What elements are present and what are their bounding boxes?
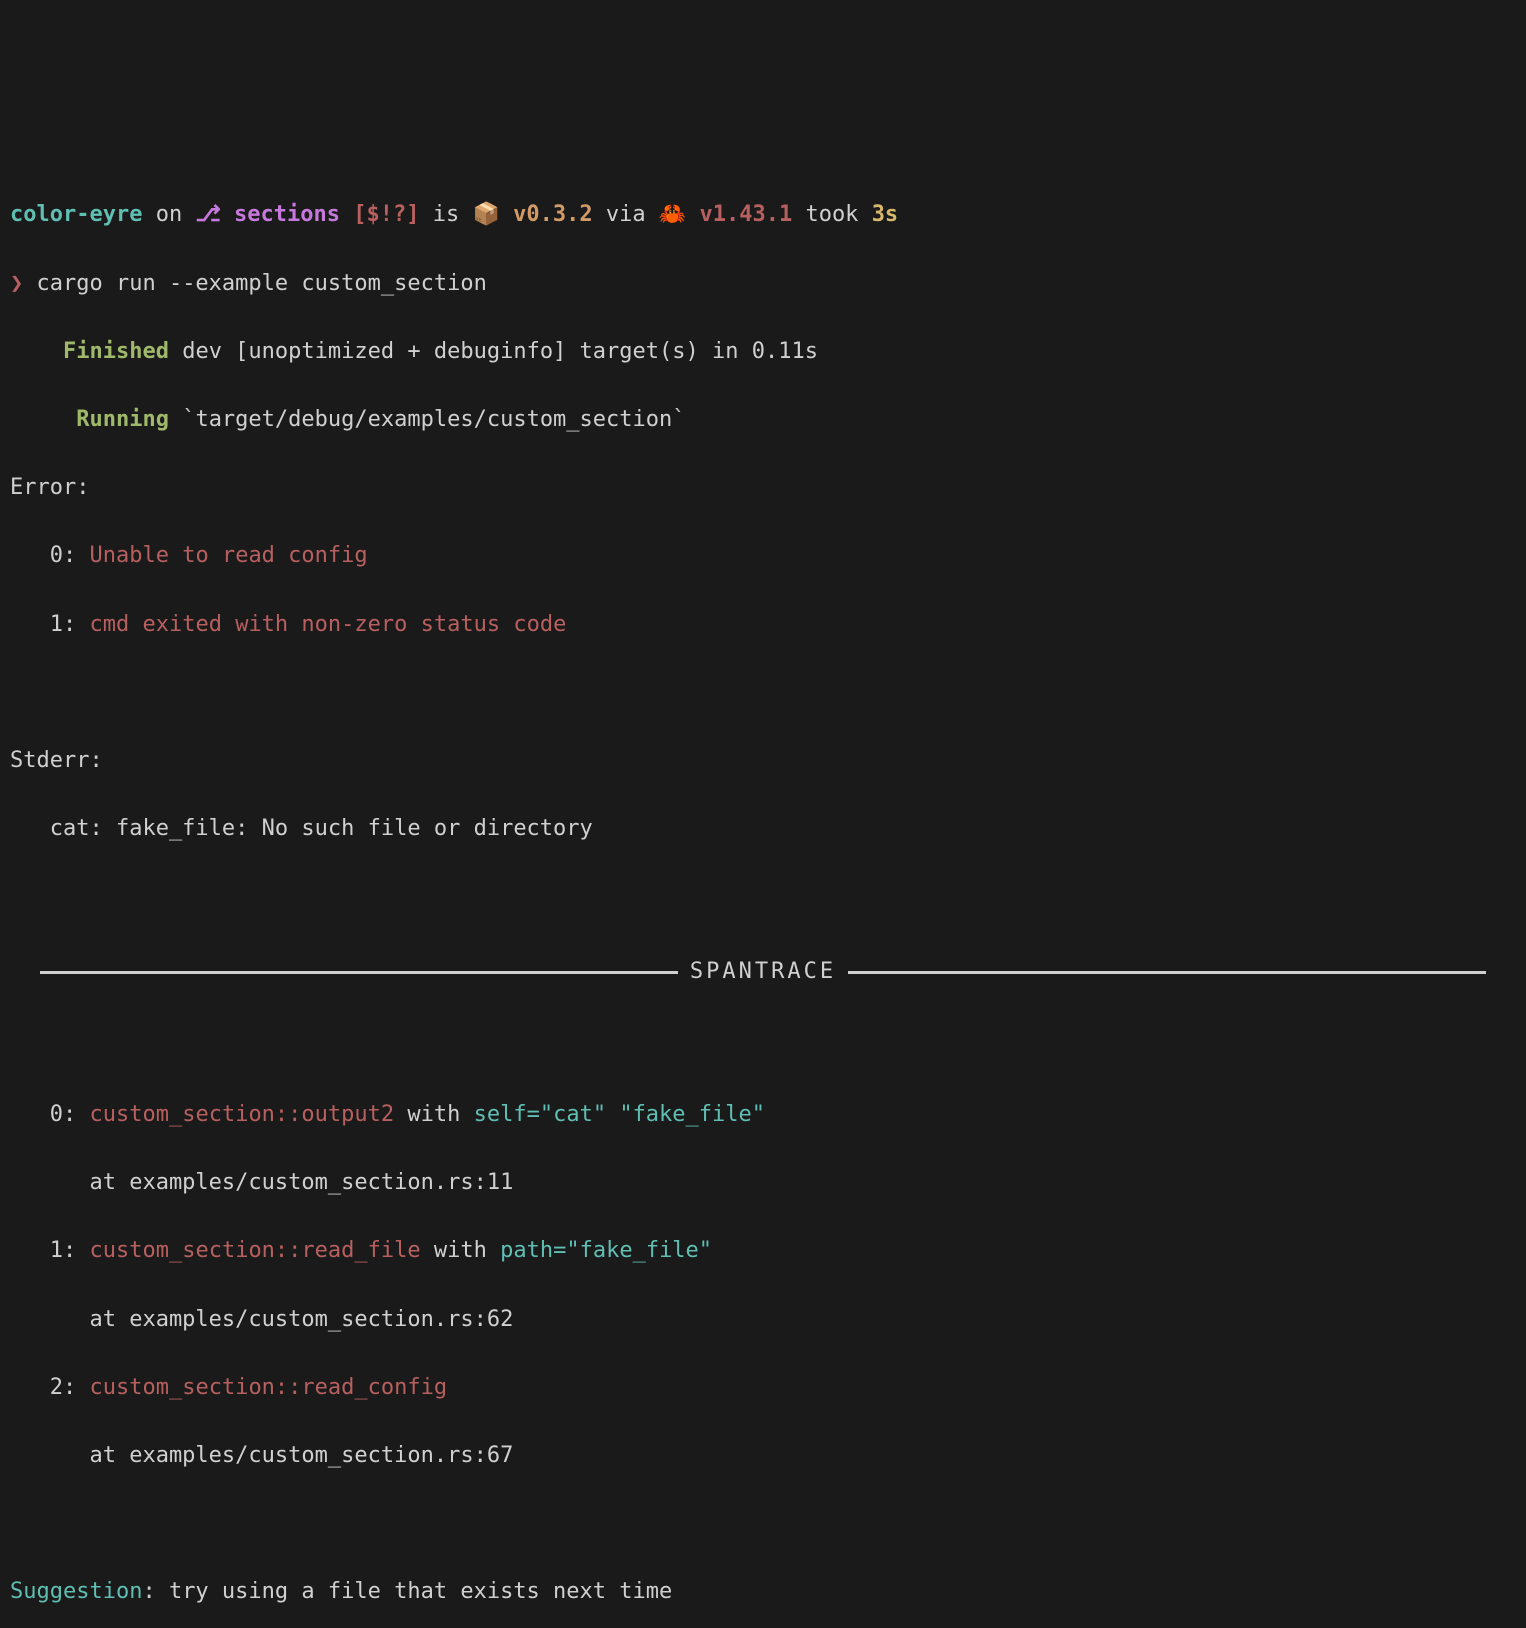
package-version: v0.3.2	[513, 202, 592, 227]
prompt-arrow: ❯	[10, 271, 23, 296]
spantrace-at-2: at examples/custom_section.rs:67	[10, 1439, 1516, 1473]
spantrace-frame-2: 2: custom_section::read_config	[10, 1371, 1516, 1405]
frame-with: with	[421, 1238, 500, 1263]
frame-index: 0:	[50, 1102, 77, 1127]
prompt-line: color-eyre on ⎇ sections [$!?] is 📦 v0.3…	[10, 198, 1516, 232]
frame-with: with	[394, 1102, 473, 1127]
frame-scope: custom_section::read_file	[90, 1238, 421, 1263]
stderr-line: cat: fake_file: No such file or director…	[10, 812, 1516, 846]
spantrace-frame-1: 1: custom_section::read_file with path="…	[10, 1234, 1516, 1268]
finished-text: dev [unoptimized + debuginfo] target(s) …	[169, 339, 818, 364]
error-index: 1:	[50, 612, 77, 637]
error-item-0: 0: Unable to read config	[10, 539, 1516, 573]
error-message: Unable to read config	[90, 543, 368, 568]
error-message: cmd exited with non-zero status code	[90, 612, 567, 637]
prompt-is: is	[420, 202, 473, 227]
blank-line	[10, 1507, 1516, 1541]
spantrace-at-1: at examples/custom_section.rs:62	[10, 1303, 1516, 1337]
command-line[interactable]: ❯ cargo run --example custom_section	[10, 267, 1516, 301]
rust-version: v1.43.1	[699, 202, 792, 227]
frame-index: 1:	[50, 1238, 77, 1263]
prompt-took: took	[792, 202, 871, 227]
divider-right	[848, 971, 1486, 974]
frame-index: 2:	[50, 1375, 77, 1400]
prompt-on: on	[142, 202, 195, 227]
terminal-output: color-eyre on ⎇ sections [$!?] is 📦 v0.3…	[10, 164, 1516, 1628]
divider-left	[40, 971, 678, 974]
suggestion-label: Suggestion	[10, 1579, 142, 1604]
stderr-label: Stderr:	[10, 744, 1516, 778]
running-text: `target/debug/examples/custom_section`	[169, 407, 686, 432]
rust-icon: 🦀	[659, 202, 700, 227]
frame-scope: custom_section::read_config	[90, 1375, 448, 1400]
git-branch: sections	[221, 202, 340, 227]
suggestion-line: Suggestion: try using a file that exists…	[10, 1575, 1516, 1609]
blank-line	[10, 880, 1516, 914]
spantrace-frame-0: 0: custom_section::output2 with self="ca…	[10, 1098, 1516, 1132]
git-status: [$!?]	[340, 202, 419, 227]
suggestion-text: : try using a file that exists next time	[142, 1579, 672, 1604]
compile-finished-line: Finished dev [unoptimized + debuginfo] t…	[10, 335, 1516, 369]
package-icon: 📦	[472, 202, 513, 227]
spantrace-title: SPANTRACE	[690, 955, 836, 989]
frame-vars: self="cat" "fake_file"	[474, 1102, 765, 1127]
command-text: cargo run --example custom_section	[23, 271, 487, 296]
error-label: Error:	[10, 471, 1516, 505]
duration: 3s	[872, 202, 899, 227]
frame-vars: path="fake_file"	[500, 1238, 712, 1263]
compile-running-line: Running `target/debug/examples/custom_se…	[10, 403, 1516, 437]
spantrace-header: SPANTRACE	[10, 955, 1516, 989]
error-item-1: 1: cmd exited with non-zero status code	[10, 608, 1516, 642]
prompt-via: via	[593, 202, 659, 227]
project-name: color-eyre	[10, 202, 142, 227]
finished-label: Finished	[63, 339, 169, 364]
blank-line	[10, 676, 1516, 710]
spantrace-at-0: at examples/custom_section.rs:11	[10, 1166, 1516, 1200]
blank-line	[10, 1030, 1516, 1064]
git-branch-icon: ⎇	[195, 202, 220, 227]
error-index: 0:	[50, 543, 77, 568]
frame-scope: custom_section::output2	[90, 1102, 395, 1127]
running-label: Running	[76, 407, 169, 432]
